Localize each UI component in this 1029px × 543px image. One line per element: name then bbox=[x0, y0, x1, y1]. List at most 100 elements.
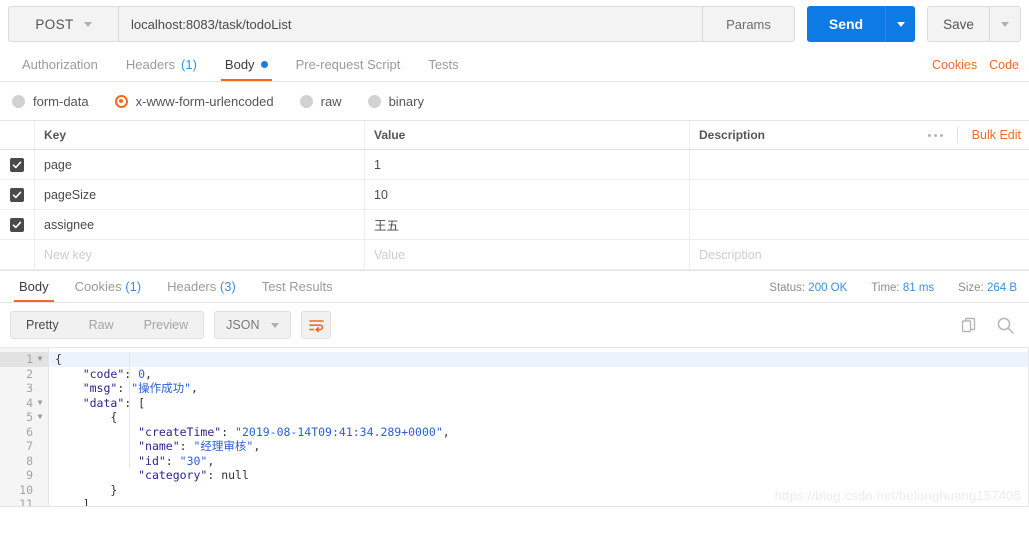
row-checkbox-checked[interactable] bbox=[10, 217, 24, 232]
response-meta: Status: 200 OK Time: 81 ms Size: 264 B bbox=[769, 282, 1017, 294]
tab-count: (1) bbox=[181, 57, 197, 72]
code-token: "code" bbox=[82, 366, 125, 381]
tab-pre-request-script[interactable]: Pre-request Script bbox=[282, 57, 415, 81]
row-key-cell[interactable]: pageSize bbox=[35, 180, 365, 209]
header-value-cell: Value bbox=[365, 121, 690, 149]
response-tab-body[interactable]: Body bbox=[6, 279, 62, 302]
row-value-text: 王五 bbox=[374, 219, 400, 233]
tab-headers[interactable]: Headers (1) bbox=[112, 57, 211, 81]
chevron-down-icon bbox=[896, 21, 905, 27]
line-number: 2 bbox=[26, 366, 33, 381]
row-value-cell[interactable]: 1 bbox=[365, 150, 690, 179]
response-body-editor[interactable]: 1▼2▼3▼4▼5▼6▼7▼8▼9▼10▼11▼ { "code": 0, "m… bbox=[0, 347, 1029, 507]
copy-icon[interactable] bbox=[960, 316, 978, 334]
gutter-line: 6▼ bbox=[0, 425, 48, 440]
code-token: "data" bbox=[82, 395, 125, 410]
row-value-cell[interactable]: 王五 bbox=[365, 210, 690, 239]
bulk-edit-link[interactable]: Bulk Edit bbox=[958, 128, 1021, 142]
url-input[interactable]: localhost:8083/task/todoList bbox=[118, 6, 703, 42]
header-key-cell: Key bbox=[35, 121, 365, 149]
view-mode-pretty[interactable]: Pretty bbox=[11, 312, 74, 338]
new-description-input[interactable]: Description bbox=[690, 240, 1029, 269]
view-mode-preview[interactable]: Preview bbox=[129, 312, 203, 338]
gutter-line: 8▼ bbox=[0, 454, 48, 469]
code-token: , bbox=[207, 453, 215, 468]
format-select-value: JSON bbox=[226, 318, 260, 332]
params-table: Key Value Description Bulk Edit page 1 p… bbox=[0, 120, 1029, 270]
radio-form-data[interactable]: form-data bbox=[12, 94, 89, 109]
new-value-placeholder: Value bbox=[374, 247, 406, 262]
code-token: : bbox=[221, 424, 236, 439]
http-method-select[interactable]: POST bbox=[8, 6, 118, 42]
code-line[interactable]: "msg": "操作成功", bbox=[49, 381, 1029, 396]
cookies-link[interactable]: Cookies bbox=[932, 58, 977, 72]
fold-toggle-icon[interactable]: ▼ bbox=[36, 352, 44, 367]
code-line[interactable]: "data": [ bbox=[49, 396, 1029, 411]
code-line[interactable]: "code": 0, bbox=[49, 367, 1029, 382]
response-tab-headers[interactable]: Headers (3) bbox=[154, 279, 249, 302]
line-number: 8 bbox=[26, 453, 33, 468]
search-icon[interactable] bbox=[996, 316, 1015, 335]
row-description-cell[interactable] bbox=[690, 150, 1029, 179]
format-select[interactable]: JSON bbox=[214, 311, 292, 339]
modified-dot-icon bbox=[260, 61, 268, 68]
save-options-button[interactable] bbox=[989, 6, 1021, 42]
line-number: 3 bbox=[26, 381, 33, 395]
radio-x-www-form-urlencoded[interactable]: x-www-form-urlencoded bbox=[114, 94, 274, 109]
radio-raw[interactable]: raw bbox=[299, 93, 342, 109]
line-number: 7 bbox=[26, 439, 33, 453]
row-checkbox-checked[interactable] bbox=[10, 187, 24, 202]
request-url-bar: POST localhost:8083/task/todoList Params… bbox=[0, 0, 1029, 48]
code-line[interactable]: "name": "经理审核", bbox=[49, 439, 1029, 454]
code-line[interactable]: { bbox=[49, 410, 1029, 425]
body-type-radio-group: form-data x-www-form-urlencoded raw bina… bbox=[0, 82, 1029, 120]
row-key-text: assignee bbox=[44, 217, 95, 232]
fold-toggle-icon[interactable]: ▼ bbox=[36, 410, 44, 425]
more-options-icon[interactable] bbox=[914, 127, 958, 143]
view-mode-label: Pretty bbox=[26, 318, 59, 332]
tab-label: Test Results bbox=[261, 279, 333, 294]
code-line[interactable]: } bbox=[49, 483, 1029, 498]
fold-toggle-icon[interactable]: ▼ bbox=[36, 396, 44, 411]
send-button[interactable]: Send bbox=[807, 6, 885, 42]
row-value-cell[interactable]: 10 bbox=[365, 180, 690, 209]
status-value: 200 OK bbox=[808, 282, 848, 294]
row-checkbox-checked[interactable] bbox=[10, 157, 24, 172]
send-options-button[interactable] bbox=[885, 6, 915, 42]
radio-binary[interactable]: binary bbox=[367, 94, 424, 109]
tab-body[interactable]: Body bbox=[211, 57, 282, 81]
editor-code-area[interactable]: { "code": 0, "msg": "操作成功", "data": [ { … bbox=[49, 348, 1029, 507]
response-tab-cookies[interactable]: Cookies (1) bbox=[62, 279, 154, 302]
row-key-cell[interactable]: assignee bbox=[35, 210, 365, 239]
column-header-value: Value bbox=[374, 128, 406, 142]
params-button[interactable]: Params bbox=[703, 6, 795, 42]
code-line[interactable]: "id": "30", bbox=[49, 454, 1029, 469]
new-key-input[interactable]: New key bbox=[35, 240, 365, 269]
row-description-cell[interactable] bbox=[690, 180, 1029, 209]
view-mode-raw[interactable]: Raw bbox=[74, 312, 129, 338]
code-line[interactable]: "createTime": "2019-08-14T09:41:34.289+0… bbox=[49, 425, 1029, 440]
code-line[interactable]: "category": null bbox=[49, 468, 1029, 483]
code-link[interactable]: Code bbox=[989, 58, 1019, 72]
size-badge: Size: 264 B bbox=[958, 282, 1017, 294]
row-value-text: 1 bbox=[374, 157, 381, 172]
wrap-lines-button[interactable] bbox=[301, 311, 332, 339]
bottom-divider bbox=[0, 506, 1029, 507]
tab-authorization[interactable]: Authorization bbox=[8, 57, 112, 81]
row-key-cell[interactable]: page bbox=[35, 150, 365, 179]
save-button[interactable]: Save bbox=[927, 6, 989, 42]
tab-tests[interactable]: Tests bbox=[414, 57, 472, 81]
radio-label: raw bbox=[320, 93, 342, 109]
code-line[interactable]: { bbox=[49, 352, 1029, 367]
new-key-placeholder: New key bbox=[44, 247, 92, 262]
row-description-cell[interactable] bbox=[690, 210, 1029, 239]
chevron-down-icon bbox=[83, 21, 92, 27]
radio-label: form-data bbox=[33, 93, 89, 109]
radio-selected-icon bbox=[114, 94, 128, 108]
header-description-cell: Description Bulk Edit bbox=[690, 121, 1029, 149]
new-value-input[interactable]: Value bbox=[365, 240, 690, 269]
response-tab-test-results[interactable]: Test Results bbox=[249, 279, 346, 302]
